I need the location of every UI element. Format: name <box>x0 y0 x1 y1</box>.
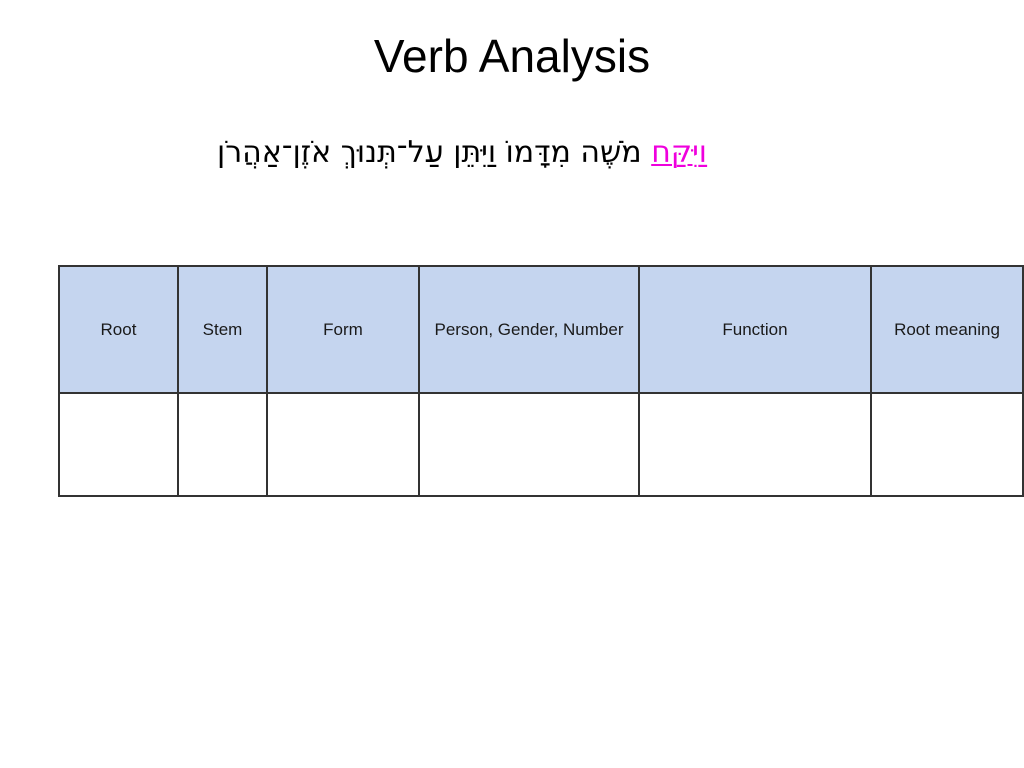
table-header-row: Root Stem Form Person, Gender, Number Fu… <box>58 265 1024 394</box>
column-header-root: Root <box>58 265 179 394</box>
cell-function[interactable] <box>638 392 872 497</box>
highlighted-verb: וַיִּקַּח <box>651 135 707 170</box>
cell-root[interactable] <box>58 392 179 497</box>
column-header-root-meaning: Root meaning <box>870 265 1024 394</box>
verb-analysis-table: Root Stem Form Person, Gender, Number Fu… <box>58 265 1024 497</box>
hebrew-verse-line: וַיִּקַּח מֹשֶׁה מִדָּמוֹ וַיִּתֵּן עַל־… <box>62 128 862 178</box>
page-title: Verb Analysis <box>373 30 651 82</box>
column-header-form: Form <box>266 265 420 394</box>
cell-root-meaning[interactable] <box>870 392 1024 497</box>
column-header-person-gender-number: Person, Gender, Number <box>418 265 640 394</box>
table-row <box>58 392 1024 497</box>
cell-person-gender-number[interactable] <box>418 392 640 497</box>
cell-stem[interactable] <box>177 392 268 497</box>
verse-remainder: מֹשֶׁה מִדָּמוֹ וַיִּתֵּן עַל־תְּנוּךְ א… <box>217 135 652 170</box>
column-header-function: Function <box>638 265 872 394</box>
cell-form[interactable] <box>266 392 420 497</box>
column-header-stem: Stem <box>177 265 268 394</box>
